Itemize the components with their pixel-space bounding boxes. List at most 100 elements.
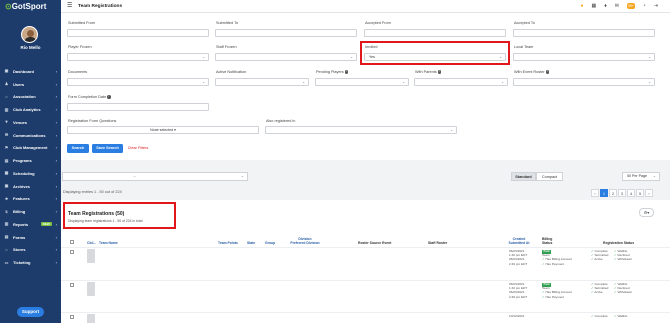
- search-button[interactable]: Search: [67, 144, 89, 153]
- sidebar-item-scheduling[interactable]: ▦ Scheduling ›: [0, 167, 61, 180]
- chevron-right-icon: ›: [55, 183, 57, 189]
- highlight-table-title: [63, 202, 176, 229]
- chat-icon[interactable]: ◔: [643, 3, 646, 9]
- sidebar-item-users[interactable]: ♟ Users ›: [0, 78, 61, 91]
- registration-form-questions-select[interactable]: None selected ▾: [67, 126, 259, 134]
- clear-filters-button[interactable]: Clear Filters: [125, 144, 151, 153]
- view-standard-toggle[interactable]: Standard: [511, 172, 536, 181]
- status-left: ✓ Complete: [591, 314, 608, 318]
- topbar: ☰ Team Registrations ● ▦ ♦ ✉ 99+ ◔ ⇥: [61, 0, 670, 13]
- team-registrations-table: Team Registrations (50) Displaying team …: [61, 200, 670, 323]
- sidebar-item-label: Communications: [13, 132, 46, 138]
- sidebar-item-club-analytics[interactable]: ▥ Club Analytics ›: [0, 103, 61, 116]
- billing-check-label: Has Payment: [545, 294, 565, 299]
- select-all-checkbox[interactable]: [70, 240, 74, 244]
- avatar[interactable]: [21, 26, 38, 43]
- with-parents-label: With Parents i: [415, 70, 442, 74]
- per-page-select[interactable]: 50 Per Page ⌄: [622, 172, 660, 181]
- mail-icon[interactable]: ✉: [615, 3, 619, 9]
- with-parents-select[interactable]: ⌄: [414, 78, 508, 86]
- sidebar-nav: ▣ Dashboard › ♟ Users › ⌂ Association › ▥ Club Ana…: [0, 65, 61, 269]
- sidebar-item-communications[interactable]: ✉ Communications ›: [0, 129, 61, 142]
- save-search-button[interactable]: Save Search: [92, 144, 123, 153]
- hamburger-menu-icon[interactable]: ☰: [67, 3, 72, 9]
- user-name: Rio Mello: [20, 45, 41, 50]
- scheduling-icon: ▦: [4, 170, 9, 176]
- local-team-label: Local Team: [514, 45, 534, 49]
- active-notification-label: Active Notification: [216, 70, 247, 74]
- page-button[interactable]: 3: [618, 189, 626, 197]
- sidebar-item-programs[interactable]: ▤ Programs ›: [0, 154, 61, 167]
- sidebar-item-label: Users: [13, 81, 25, 87]
- page-button[interactable]: 1: [600, 189, 608, 197]
- sidebar-item-forms[interactable]: ▤ Forms ›: [0, 231, 61, 244]
- pending-players-select[interactable]: ⌄: [315, 78, 409, 86]
- billing-icon: $: [5, 208, 8, 214]
- info-icon[interactable]: i: [545, 70, 550, 74]
- row-checkbox[interactable]: [70, 283, 74, 287]
- accepted-from-input[interactable]: [364, 29, 506, 37]
- header-billing-status: Billing Status: [542, 237, 553, 245]
- chevron-right-icon: ›: [55, 170, 57, 176]
- sidebar: ⊙GotSport Rio Mello ▣ Dashboard › ♟ Users › ⌂ A…: [0, 0, 61, 323]
- header-group[interactable]: Group: [265, 241, 275, 245]
- event-select[interactable]: ... ⌄: [62, 172, 248, 181]
- sidebar-item-features[interactable]: ★ Features ›: [0, 193, 61, 206]
- submitted-to-input[interactable]: [215, 29, 357, 37]
- sidebar-item-archives[interactable]: ▣ Archives ›: [0, 180, 61, 193]
- sidebar-item-club-management[interactable]: ⚑ Club Management ›: [0, 142, 61, 155]
- coin-icon[interactable]: ●: [580, 3, 583, 9]
- staff-frozen-select[interactable]: ⌄: [215, 53, 357, 61]
- column-settings-button[interactable]: ⚙▾: [639, 208, 654, 217]
- chevron-down-icon: ⌄: [648, 55, 651, 59]
- logout-icon[interactable]: ⇥: [654, 3, 658, 9]
- notification-badge[interactable]: 99+: [627, 3, 635, 9]
- view-compact-toggle[interactable]: Compact: [536, 172, 563, 181]
- chevron-down-icon: ⌄: [240, 174, 244, 178]
- local-team-select[interactable]: ⌄: [513, 53, 655, 61]
- header-created-submitted[interactable]: Created Submitted At: [505, 237, 533, 245]
- with-event-roster-select[interactable]: ⌄: [513, 78, 655, 86]
- bell-icon[interactable]: ♦: [604, 3, 607, 9]
- form-completion-date-input[interactable]: [67, 103, 209, 111]
- page-button[interactable]: 4: [627, 189, 635, 197]
- header-club[interactable]: Clul...: [87, 241, 96, 245]
- info-icon[interactable]: i: [344, 70, 349, 74]
- header-division[interactable]: Division Preferred Division: [286, 237, 324, 245]
- sidebar-item-dashboard[interactable]: ▣ Dashboard ›: [0, 65, 61, 78]
- row-checkbox[interactable]: [70, 315, 74, 319]
- accepted-to-input[interactable]: [513, 29, 655, 37]
- sidebar-item-stores[interactable]: ⌂ Stores ›: [0, 244, 61, 257]
- active-notification-select[interactable]: ⌄: [215, 78, 309, 86]
- header-state[interactable]: State: [247, 241, 255, 245]
- sidebar-item-label: Archives: [13, 183, 30, 189]
- support-button[interactable]: Support: [17, 307, 44, 317]
- sidebar-item-billing[interactable]: $ Billing ›: [0, 205, 61, 218]
- submitted-from-input[interactable]: [67, 29, 209, 37]
- chevron-right-icon: ›: [55, 196, 57, 202]
- sidebar-item-venues[interactable]: ⌖ Venues ›: [0, 116, 61, 129]
- sidebar-item-association[interactable]: ⌂ Association ›: [0, 91, 61, 104]
- stores-icon: ⌂: [5, 246, 8, 252]
- documents-select[interactable]: ⌄: [67, 78, 209, 86]
- also-registered-in-select[interactable]: ⌄: [265, 126, 457, 134]
- sidebar-item-label: Features: [13, 196, 30, 202]
- prev-page-button[interactable]: ‹: [591, 189, 599, 197]
- grid-icon[interactable]: ▦: [592, 3, 597, 9]
- page-button[interactable]: 5: [636, 189, 644, 197]
- info-icon[interactable]: i: [437, 70, 442, 74]
- billing-check: ✓ Has Payment: [542, 262, 564, 266]
- sidebar-item-label: Scheduling: [13, 170, 35, 176]
- chevron-right-icon: ›: [55, 209, 57, 215]
- sidebar-item-reports[interactable]: ▥ Reports NEW ›: [0, 218, 61, 231]
- documents-label: Documents: [68, 70, 88, 74]
- header-team-name[interactable]: Team Name: [99, 241, 118, 245]
- row-checkbox[interactable]: [70, 250, 74, 254]
- info-icon[interactable]: i: [107, 95, 111, 99]
- gotsport-logo[interactable]: ⊙GotSport: [5, 2, 46, 11]
- sidebar-item-ticketing[interactable]: ▭ Ticketing ›: [0, 256, 61, 269]
- player-frozen-select[interactable]: ⌄: [67, 53, 209, 61]
- page-button[interactable]: 2: [609, 189, 617, 197]
- header-team-points[interactable]: Team Points: [218, 241, 238, 245]
- next-page-button[interactable]: ›: [645, 189, 653, 197]
